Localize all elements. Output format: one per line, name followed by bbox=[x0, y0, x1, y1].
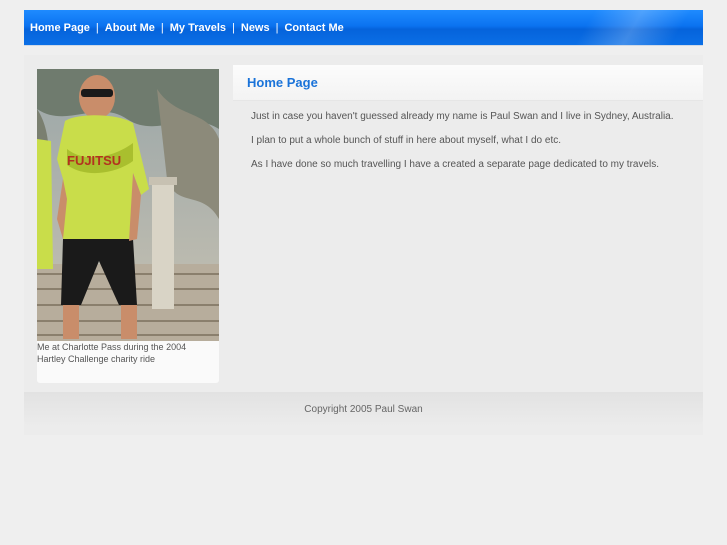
plan-paragraph: I plan to put a whole bunch of stuff in … bbox=[251, 135, 562, 146]
svg-text:FUJITSU: FUJITSU bbox=[67, 153, 121, 168]
main-body: Just in case you haven't guessed already… bbox=[233, 101, 703, 193]
intro-paragraph: Just in case you haven't guessed already… bbox=[251, 111, 674, 122]
copyright-text: Copyright 2005 Paul Swan bbox=[304, 404, 423, 415]
nav-home-link[interactable]: Home Page bbox=[30, 22, 90, 34]
main-heading-bar: Home Page bbox=[233, 65, 703, 101]
photo-caption: Me at Charlotte Pass during the 2004 Har… bbox=[37, 342, 187, 364]
nav-travels-link[interactable]: My Travels bbox=[170, 22, 226, 34]
nav-menu: Home Page | About Me | My Travels | News… bbox=[30, 10, 344, 45]
nav-about-link[interactable]: About Me bbox=[105, 22, 155, 34]
content-area: FUJITSU Me at Charlotte Pass during the … bbox=[24, 55, 703, 435]
nav-separator: | bbox=[160, 21, 164, 34]
nav-contact-link[interactable]: Contact Me bbox=[284, 22, 343, 34]
footer: Copyright 2005 Paul Swan bbox=[24, 392, 703, 427]
nav-news-link[interactable]: News bbox=[241, 22, 270, 34]
page-wrapper: Home Page | About Me | My Travels | News… bbox=[24, 10, 703, 435]
travels-paragraph: As I have done so much travelling I have… bbox=[251, 159, 660, 170]
nav-separator: | bbox=[95, 21, 99, 34]
top-nav-bar: Home Page | About Me | My Travels | News… bbox=[24, 10, 703, 45]
profile-photo: FUJITSU bbox=[37, 69, 219, 341]
main-panel: Home Page Just in case you haven't guess… bbox=[233, 65, 703, 402]
nav-separator: | bbox=[275, 21, 279, 34]
nav-separator: | bbox=[232, 21, 235, 34]
page-title: Home Page bbox=[247, 75, 318, 90]
sidebar-photo-box: FUJITSU Me at Charlotte Pass during the … bbox=[37, 69, 219, 383]
